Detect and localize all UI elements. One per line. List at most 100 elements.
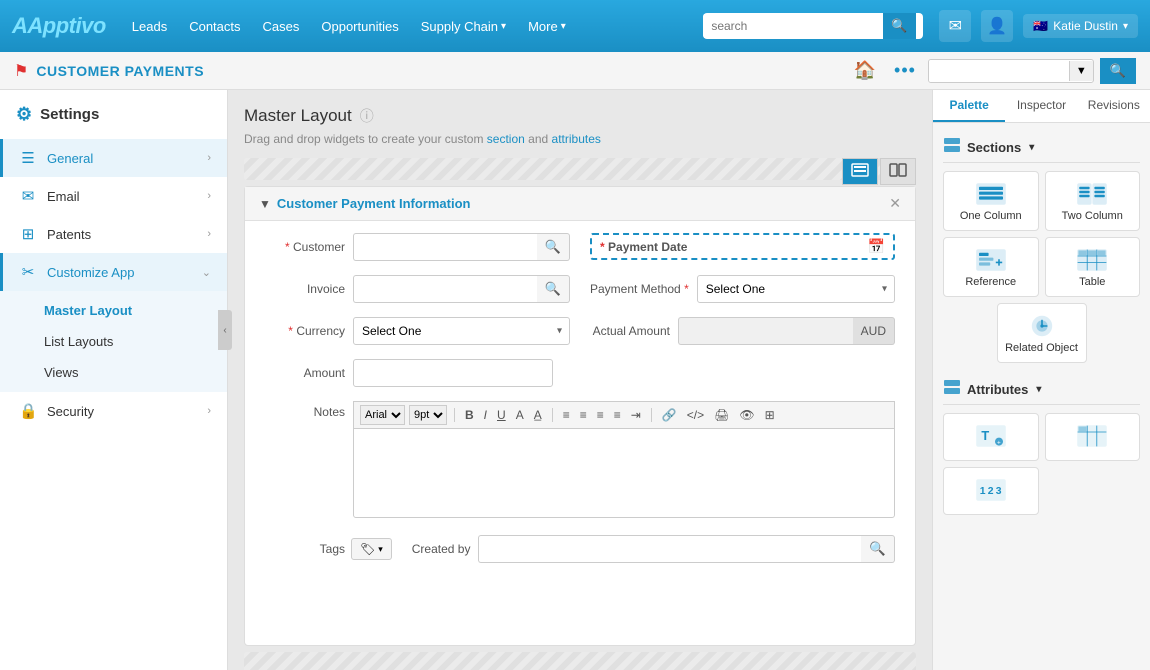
font-family-select[interactable]: Arial <box>360 405 405 425</box>
created-by-search-button[interactable]: 🔍 <box>861 535 895 563</box>
submenu-master-layout[interactable]: Master Layout <box>0 295 227 326</box>
link-button[interactable]: 🔗 <box>659 407 680 423</box>
reference-icon <box>975 246 1007 274</box>
invoice-input-group: 🔍 <box>353 275 570 303</box>
home-button[interactable]: 🏠 <box>848 57 882 84</box>
messages-icon-button[interactable]: ✉ <box>939 10 971 42</box>
nav-contacts[interactable]: Contacts <box>181 15 248 38</box>
print-button[interactable]: 🖨 <box>711 407 732 423</box>
italic-button[interactable]: I <box>481 407 490 423</box>
customer-search-button[interactable]: 🔍 <box>537 233 570 261</box>
single-view-button[interactable] <box>842 158 878 185</box>
palette-attr-table[interactable] <box>1045 413 1141 461</box>
section-title: Customer Payment Information <box>277 196 883 211</box>
invoice-search-button[interactable]: 🔍 <box>537 275 570 303</box>
indent-button[interactable]: ⇥ <box>628 407 644 423</box>
invoice-input[interactable] <box>353 275 537 303</box>
sidebar-patents-label: Patents <box>47 227 207 242</box>
align-justify-button[interactable]: ≡ <box>611 407 624 423</box>
preview-button[interactable]: 👁 <box>736 407 757 423</box>
sidebar-collapse-button[interactable]: ‹ <box>218 310 232 350</box>
one-column-icon <box>975 180 1007 208</box>
secondary-search-input[interactable] <box>929 60 1069 82</box>
align-left-button[interactable]: ≡ <box>560 407 573 423</box>
search-button[interactable]: 🔍 <box>883 13 915 39</box>
code-button[interactable]: </> <box>684 407 707 423</box>
font-color-button[interactable]: A <box>513 407 527 423</box>
form-row-currency-amount: Currency Select One ▾ Actual Amount <box>265 317 895 345</box>
currency-label: Currency <box>265 324 345 338</box>
table-button[interactable]: ⊞ <box>762 407 778 423</box>
tab-palette[interactable]: Palette <box>933 90 1005 122</box>
secondary-search-button[interactable]: 🔍 <box>1100 58 1136 84</box>
secondary-search-dropdown[interactable]: ▼ <box>1069 61 1093 81</box>
two-column-icon <box>1076 180 1108 208</box>
search-input[interactable] <box>703 14 883 38</box>
submenu-views[interactable]: Views <box>0 357 227 388</box>
align-center-button[interactable]: ≡ <box>577 407 590 423</box>
palette-attr-text[interactable]: T + <box>943 413 1039 461</box>
amount-input[interactable] <box>353 359 553 387</box>
bold-button[interactable]: B <box>462 407 477 423</box>
tags-button[interactable]: 🏷 ▾ <box>351 538 392 560</box>
palette-one-column[interactable]: One Column <box>943 171 1039 231</box>
nav-more[interactable]: More ▾ <box>520 15 574 38</box>
profile-icon-button[interactable]: 👤 <box>981 10 1013 42</box>
notes-textarea[interactable] <box>353 428 895 518</box>
two-col-view-button[interactable] <box>880 158 916 185</box>
drop-zone-top[interactable] <box>244 158 916 180</box>
palette-table[interactable]: Table <box>1045 237 1141 297</box>
sidebar-item-security[interactable]: 🔒 Security › <box>0 392 227 430</box>
tab-revisions[interactable]: Revisions <box>1078 90 1150 122</box>
sidebar-item-patents[interactable]: ⊞ Patents › <box>0 215 227 253</box>
font-size-select[interactable]: 9pt <box>409 405 447 425</box>
layout-view-controls <box>842 158 916 185</box>
customer-input[interactable] <box>353 233 537 261</box>
user-menu-button[interactable]: 🇦🇺 Katie Dustin ▾ <box>1023 14 1138 38</box>
sidebar-item-customize[interactable]: ✂ Customize App ⌄ <box>0 253 227 291</box>
page-title: CUSTOMER PAYMENTS <box>36 63 204 79</box>
section-header: ▼ Customer Payment Information ✕ <box>245 187 915 221</box>
palette-two-column[interactable]: Two Column <box>1045 171 1141 231</box>
section-close-button[interactable]: ✕ <box>889 195 901 212</box>
palette-attributes-group: Attributes ▾ T + <box>943 375 1140 515</box>
created-by-input[interactable] <box>478 535 861 563</box>
payment-method-select[interactable]: Select One <box>697 275 895 303</box>
actual-amount-input[interactable] <box>678 317 853 345</box>
more-dropdown-icon: ▾ <box>561 21 566 32</box>
tab-inspector[interactable]: Inspector <box>1005 90 1077 122</box>
highlight-button[interactable]: A̲ <box>531 407 545 423</box>
table-attr-icon <box>1076 422 1108 450</box>
invoice-label: Invoice <box>265 282 345 296</box>
info-icon[interactable]: ⓘ <box>360 106 374 126</box>
payment-method-select-wrap: Select One ▾ <box>697 275 895 303</box>
palette-attr-number[interactable]: 1 2 3 <box>943 467 1039 515</box>
secondary-more-button[interactable]: ••• <box>888 57 922 84</box>
form-row-amount: Amount <box>265 359 895 387</box>
nav-leads[interactable]: Leads <box>124 15 175 38</box>
calendar-icon[interactable]: 📅 <box>868 238 885 255</box>
customize-arrow-icon: ⌄ <box>202 266 211 279</box>
palette-reference[interactable]: Reference <box>943 237 1039 297</box>
right-panel: Palette Inspector Revisions Sections ▾ <box>932 90 1150 670</box>
align-right-button[interactable]: ≡ <box>594 407 607 423</box>
section-collapse-button[interactable]: ▼ <box>259 197 271 211</box>
nav-supply-chain[interactable]: Supply Chain ▾ <box>413 15 514 38</box>
sidebar-item-email[interactable]: ✉ Email › <box>0 177 227 215</box>
nav-cases[interactable]: Cases <box>255 15 308 38</box>
sidebar-item-general[interactable]: ☰ General › <box>0 139 227 177</box>
app-logo[interactable]: AApptivo <box>12 13 106 39</box>
customer-input-group: 🔍 <box>353 233 570 261</box>
payment-date-field[interactable]: Payment Date 📅 <box>590 233 895 260</box>
currency-select[interactable]: Select One <box>353 317 570 345</box>
right-panel-tabs: Palette Inspector Revisions <box>933 90 1150 123</box>
actual-amount-field: AUD <box>678 317 895 345</box>
form-row-customer-payment-date: Customer 🔍 Payment Date 📅 <box>265 233 895 261</box>
secondary-bar-actions: 🏠 ••• ▼ 🔍 <box>848 57 1136 84</box>
email-icon: ✉ <box>19 187 37 205</box>
drop-zone-bottom[interactable] <box>244 652 916 670</box>
underline-button[interactable]: U <box>494 407 509 423</box>
palette-related-object[interactable]: Related Object <box>997 303 1087 363</box>
submenu-list-layouts[interactable]: List Layouts <box>0 326 227 357</box>
nav-opportunities[interactable]: Opportunities <box>313 15 406 38</box>
